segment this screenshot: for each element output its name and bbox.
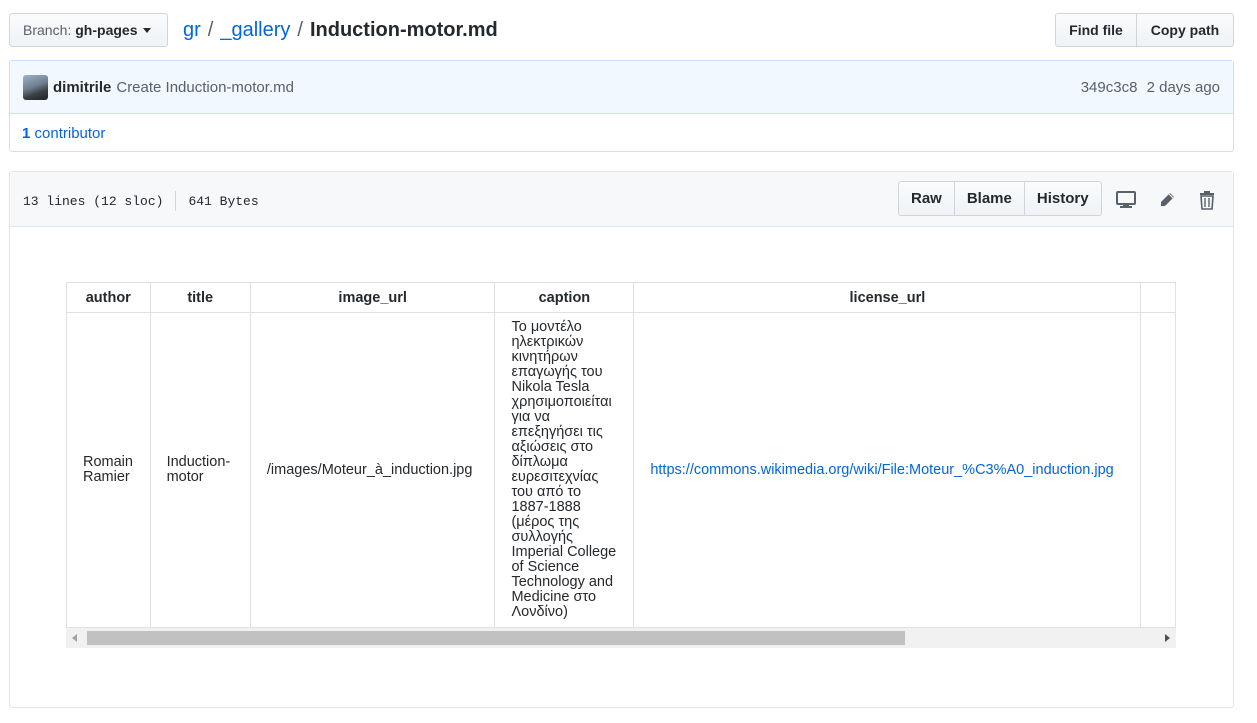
cell-author: Romain Ramier [66,312,151,628]
commit-tease: dimitrile Create Induction-motor.md 349c… [9,60,1234,152]
table-row: Romain Ramier Induction-motor /images/Mo… [66,312,1176,628]
markdown-table-container[interactable]: author title image_url caption license_u… [66,282,1176,648]
latest-commit: dimitrile Create Induction-motor.md 349c… [10,61,1233,114]
branch-select-button[interactable]: Branch: gh-pages [9,13,168,47]
breadcrumb-separator: / [207,19,214,41]
breadcrumb-current-file: Induction-motor.md [309,19,498,41]
file-header: 13 lines (12 sloc) 641 Bytes Raw Blame H… [10,172,1233,227]
file-viewer: 13 lines (12 sloc) 641 Bytes Raw Blame H… [9,171,1234,708]
header-license-url: license_url [633,282,1142,313]
header-caption: caption [494,282,635,313]
breadcrumb-separator: / [297,19,303,41]
commit-author-link[interactable]: dimitrile [53,79,111,96]
pencil-icon[interactable] [1155,188,1179,212]
breadcrumb-root-link[interactable]: gr [183,17,201,43]
frontmatter-table: author title image_url caption license_u… [66,282,1176,628]
breadcrumb: gr / _gallery / Induction-motor.md [183,17,498,43]
history-button[interactable]: History [1024,181,1102,216]
commit-message-link[interactable]: Create Induction-motor.md [116,79,294,96]
file-line-count: 13 lines (12 sloc) [23,193,164,209]
scrollbar-thumb[interactable] [87,631,905,645]
raw-button[interactable]: Raw [898,181,955,216]
breadcrumb-folder-link[interactable]: _gallery [220,17,290,43]
header-overflow-column [1140,282,1176,313]
caret-down-icon [143,27,152,33]
contributors-label: contributor [34,124,106,142]
header-author: author [66,282,151,313]
commit-meta: 349c3c8 2 days ago [1081,79,1220,96]
cell-title: Induction-motor [149,312,251,628]
cell-overflow-column [1140,312,1176,628]
copy-path-button[interactable]: Copy path [1137,13,1234,47]
desktop-icon[interactable] [1114,188,1138,212]
blame-button[interactable]: Blame [954,181,1025,216]
file-info: 13 lines (12 sloc) 641 Bytes [23,191,259,211]
file-info-divider [175,191,177,211]
avatar[interactable] [23,74,48,100]
license-url-link[interactable]: https://commons.wikimedia.org/wiki/File:… [650,462,1113,478]
scroll-right-arrow-icon[interactable] [1165,634,1170,642]
trash-icon[interactable] [1195,188,1219,212]
find-file-button[interactable]: Find file [1055,13,1137,47]
file-actions: Raw Blame History [898,181,1102,216]
scroll-left-arrow-icon[interactable] [72,634,77,642]
file-toolbar: Find file Copy path [1055,13,1234,47]
horizontal-scrollbar[interactable] [66,628,1176,648]
branch-name: gh-pages [75,22,138,38]
branch-prefix: Branch: [23,22,72,38]
file-size: 641 Bytes [188,193,259,209]
commit-sha-link[interactable]: 349c3c8 [1081,79,1138,96]
header-title: title [149,282,251,313]
cell-image-url: /images/Moteur_à_induction.jpg [249,312,496,628]
contributors-link[interactable]: 1 contributor [22,125,105,142]
contributors-count: 1 [22,124,31,142]
table-header-row: author title image_url caption license_u… [66,282,1176,313]
file-navigation: Branch: gh-pages gr / _gallery / Inducti… [9,13,1234,48]
contributors-bar: 1 contributor [10,114,1233,152]
cell-caption: Το μοντέλο ηλεκτρικών κινητήρων επαγωγής… [494,312,635,628]
header-image-url: image_url [249,282,496,313]
commit-time: 2 days ago [1146,78,1220,96]
